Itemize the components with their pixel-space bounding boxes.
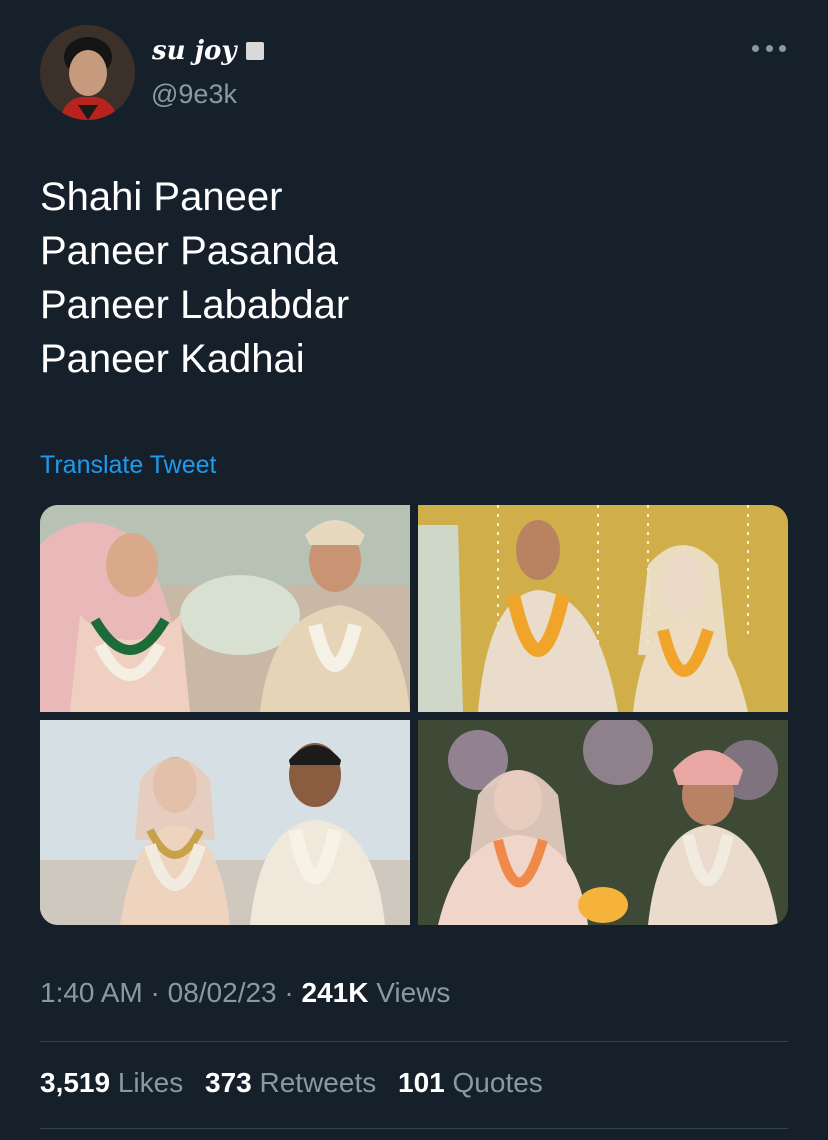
tweet-stats: 3,519 Likes 373 Retweets 101 Quotes bbox=[40, 1067, 557, 1099]
likes-count: 3,519 bbox=[40, 1067, 111, 1098]
media-photo-4[interactable] bbox=[418, 720, 788, 925]
display-name-text: su joy bbox=[152, 36, 237, 66]
more-horizontal-icon-dot bbox=[765, 44, 773, 52]
retweets-label: Retweets bbox=[259, 1067, 377, 1098]
likes-stat[interactable]: 3,519 Likes bbox=[40, 1067, 183, 1098]
retweets-stat[interactable]: 373 Retweets bbox=[205, 1067, 376, 1098]
display-name[interactable]: su joy bbox=[152, 36, 265, 66]
media-grid bbox=[40, 505, 788, 925]
meta-separator: · bbox=[142, 977, 168, 1008]
retweets-count: 373 bbox=[205, 1067, 252, 1098]
avatar-image bbox=[40, 25, 135, 120]
media-photo-1[interactable] bbox=[40, 505, 410, 712]
translate-tweet-link[interactable]: Translate Tweet bbox=[40, 451, 216, 480]
user-handle[interactable]: @9e3k bbox=[151, 79, 237, 110]
quotes-label: Quotes bbox=[452, 1067, 543, 1098]
views-count: 241K bbox=[301, 977, 369, 1008]
quotes-stat[interactable]: 101 Quotes bbox=[398, 1067, 543, 1098]
tweet-line: Shahi Paneer bbox=[40, 175, 283, 219]
quotes-count: 101 bbox=[398, 1067, 445, 1098]
tweet-meta: 1:40 AM · 08/02/23 · 241K Views bbox=[40, 977, 450, 1009]
verified-badge-icon bbox=[246, 42, 265, 60]
more-horizontal-icon-dot bbox=[779, 44, 786, 52]
more-horizontal-icon-dot bbox=[752, 44, 759, 52]
tweet-date[interactable]: 08/02/23 bbox=[168, 977, 277, 1008]
divider bbox=[40, 1128, 788, 1129]
tweet-time[interactable]: 1:40 AM bbox=[40, 977, 143, 1008]
avatar[interactable] bbox=[40, 25, 135, 120]
tweet-text: Shahi Paneer Paneer Pasanda Paneer Labab… bbox=[40, 170, 349, 386]
views-label: Views bbox=[376, 977, 451, 1008]
tweet-line: Paneer Kadhai bbox=[40, 337, 305, 381]
more-options-button[interactable] bbox=[752, 38, 786, 58]
tweet-line: Paneer Lababdar bbox=[40, 283, 350, 327]
meta-separator: · bbox=[276, 977, 302, 1008]
media-photo-2[interactable] bbox=[418, 505, 788, 712]
media-photo-3[interactable] bbox=[40, 720, 410, 925]
tweet-line: Paneer Pasanda bbox=[40, 229, 339, 273]
likes-label: Likes bbox=[117, 1067, 184, 1098]
divider bbox=[40, 1041, 788, 1042]
